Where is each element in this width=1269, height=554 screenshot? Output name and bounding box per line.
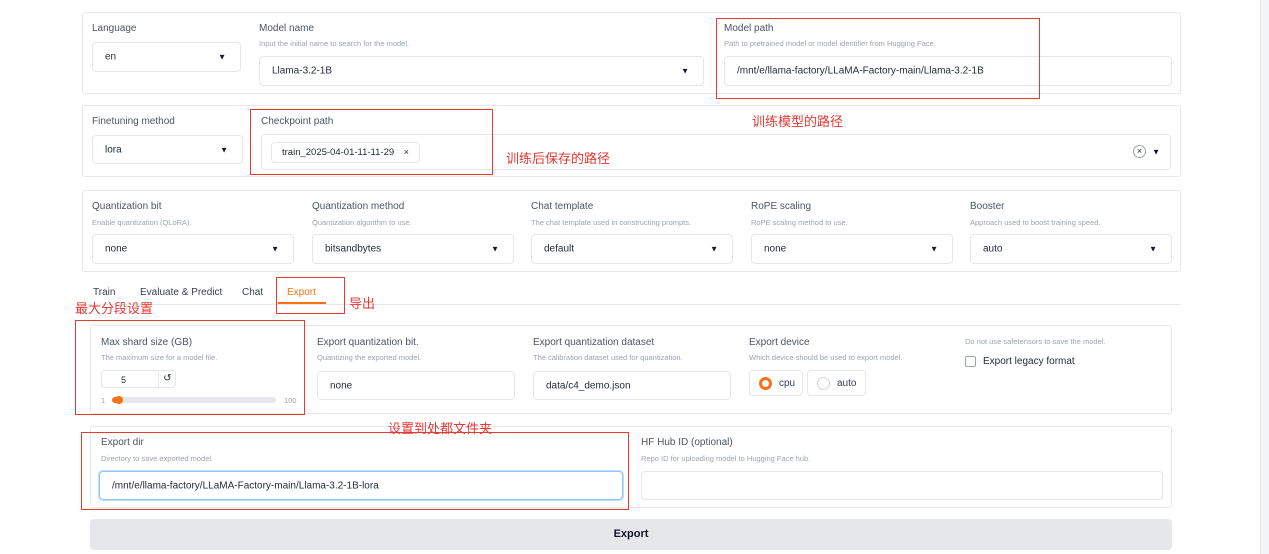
annotation-checkpoint: 训练后保存的路径 bbox=[506, 152, 611, 167]
chat-template-hint: The chat template used in constructing p… bbox=[531, 218, 692, 227]
quant-method-select[interactable]: bitsandbytes ▼ bbox=[312, 234, 514, 264]
checkpoint-label: Checkpoint path bbox=[261, 116, 334, 127]
model-name-label: Model name bbox=[259, 23, 315, 34]
booster-select[interactable]: auto ▼ bbox=[970, 234, 1172, 264]
booster-label: Booster bbox=[970, 201, 1005, 212]
export-quant-dataset-hint: The calibration dataset used for quantiz… bbox=[533, 353, 683, 362]
export-dir-hint: Directory to save exported model. bbox=[101, 454, 214, 463]
clear-icon[interactable]: × bbox=[1133, 145, 1146, 158]
shard-size-number-input[interactable]: 5 ↺ bbox=[101, 370, 176, 388]
tab-export[interactable]: Export bbox=[287, 287, 316, 298]
chevron-down-icon: ▼ bbox=[491, 244, 499, 254]
export-quant-bit-input[interactable]: none bbox=[317, 371, 515, 400]
export-quant-dataset-input[interactable]: data/c4_demo.json bbox=[533, 371, 731, 400]
booster-hint: Approach used to boost training speed. bbox=[970, 218, 1101, 227]
tab-train[interactable]: Train bbox=[93, 287, 115, 298]
slider-thumb[interactable] bbox=[115, 396, 123, 404]
hf-hub-label: HF Hub ID (optional) bbox=[641, 437, 733, 448]
quant-method-hint: Quantization algorithm to use. bbox=[312, 218, 412, 227]
chevron-down-icon: ▼ bbox=[1149, 244, 1157, 254]
tab-divider bbox=[82, 304, 1181, 305]
radio-dot bbox=[817, 377, 830, 390]
chevron-down-icon: ▼ bbox=[218, 52, 226, 62]
hf-hub-hint: Repo ID for uploading model to Hugging F… bbox=[641, 454, 811, 463]
tab-chat[interactable]: Chat bbox=[242, 287, 263, 298]
quant-bit-label: Quantization bit bbox=[92, 201, 162, 212]
checkpoint-multiselect[interactable]: train_2025-04-01-11-11-29 × × ▼ bbox=[261, 134, 1171, 170]
legacy-checkbox[interactable] bbox=[965, 356, 976, 367]
export-dir-label: Export dir bbox=[101, 437, 144, 448]
chevron-down-icon: ▼ bbox=[220, 145, 228, 154]
chip-close-icon[interactable]: × bbox=[404, 147, 409, 157]
quantization-panel: Quantization bit Enable quantization (QL… bbox=[82, 190, 1181, 272]
export-quant-dataset-label: Export quantization dataset bbox=[533, 337, 655, 348]
device-radio-cpu[interactable]: cpu bbox=[749, 370, 803, 396]
model-name-select[interactable]: Llama-3.2-1B ▼ bbox=[259, 56, 704, 86]
finetuning-label: Finetuning method bbox=[92, 116, 175, 127]
checkpoint-chip[interactable]: train_2025-04-01-11-11-29 × bbox=[271, 142, 421, 163]
export-device-label: Export device bbox=[749, 337, 810, 348]
rope-hint: RoPE scaling method to use. bbox=[751, 218, 848, 227]
export-button[interactable]: Export bbox=[90, 519, 1172, 550]
export-quant-bit-hint: Quantizing the exported model. bbox=[317, 353, 422, 362]
chevron-down-icon: ▼ bbox=[710, 244, 718, 254]
chevron-down-icon[interactable]: ▼ bbox=[1152, 148, 1160, 157]
chevron-down-icon: ▼ bbox=[271, 244, 279, 254]
chat-template-select[interactable]: default ▼ bbox=[531, 234, 733, 264]
slider-max-label: 100 bbox=[284, 396, 297, 405]
annotation-dir: 设置到处都文件夹 bbox=[388, 422, 493, 437]
scrollbar-track[interactable] bbox=[1260, 0, 1269, 554]
shard-size-label: Max shard size (GB) bbox=[101, 337, 193, 348]
quant-bit-select[interactable]: none ▼ bbox=[92, 234, 294, 264]
shard-size-hint: The maximum size for a model file. bbox=[101, 353, 218, 362]
tab-evaluate-predict[interactable]: Evaluate & Predict bbox=[140, 287, 222, 298]
language-select[interactable]: en ▼ bbox=[92, 42, 241, 72]
radio-dot bbox=[759, 377, 772, 390]
annotation-model-path: 训练模型的路径 bbox=[752, 115, 844, 130]
model-path-hint: Path to pretrained model or model identi… bbox=[724, 39, 936, 48]
finetuning-select[interactable]: lora ▼ bbox=[92, 135, 243, 164]
chevron-down-icon: ▼ bbox=[681, 66, 689, 76]
quant-method-label: Quantization method bbox=[312, 201, 405, 212]
export-quant-bit-label: Export quantization bit. bbox=[317, 337, 419, 348]
model-path-label: Model path bbox=[724, 23, 774, 34]
chevron-down-icon: ▼ bbox=[930, 244, 938, 254]
hf-hub-input[interactable] bbox=[641, 471, 1163, 500]
export-dir-input[interactable]: /mnt/e/llama-factory/LLaMA-Factory-main/… bbox=[99, 471, 623, 500]
quant-bit-hint: Enable quantization (QLoRA). bbox=[92, 218, 192, 227]
shard-size-slider[interactable] bbox=[112, 396, 276, 404]
slider-min-label: 1 bbox=[101, 396, 106, 405]
finetune-panel: Finetuning method lora ▼ Checkpoint path… bbox=[82, 105, 1181, 177]
export-settings-panel: Max shard size (GB) The maximum size for… bbox=[90, 325, 1172, 414]
annotation-shard: 最大分段设置 bbox=[75, 302, 154, 317]
legacy-label[interactable]: Export legacy format bbox=[983, 356, 1075, 367]
model-panel: Language en ▼ Model name Input the initi… bbox=[82, 12, 1181, 94]
model-path-input[interactable]: /mnt/e/llama-factory/LLaMA-Factory-main/… bbox=[724, 56, 1172, 86]
export-dir-panel: Export dir Directory to save exported mo… bbox=[90, 426, 1172, 508]
language-label: Language bbox=[92, 23, 137, 34]
rope-select[interactable]: none ▼ bbox=[751, 234, 953, 264]
reset-icon[interactable]: ↺ bbox=[158, 373, 176, 387]
export-device-hint: Which device should be used to export mo… bbox=[749, 353, 903, 362]
device-radio-auto[interactable]: auto bbox=[807, 370, 866, 396]
annotation-export-tab: 导出 bbox=[349, 297, 376, 312]
rope-label: RoPE scaling bbox=[751, 201, 812, 212]
model-name-hint: Input the initial name to search for the… bbox=[259, 39, 410, 48]
chat-template-label: Chat template bbox=[531, 201, 594, 212]
legacy-hint: Do not use safetensors to save the model… bbox=[965, 337, 1106, 346]
